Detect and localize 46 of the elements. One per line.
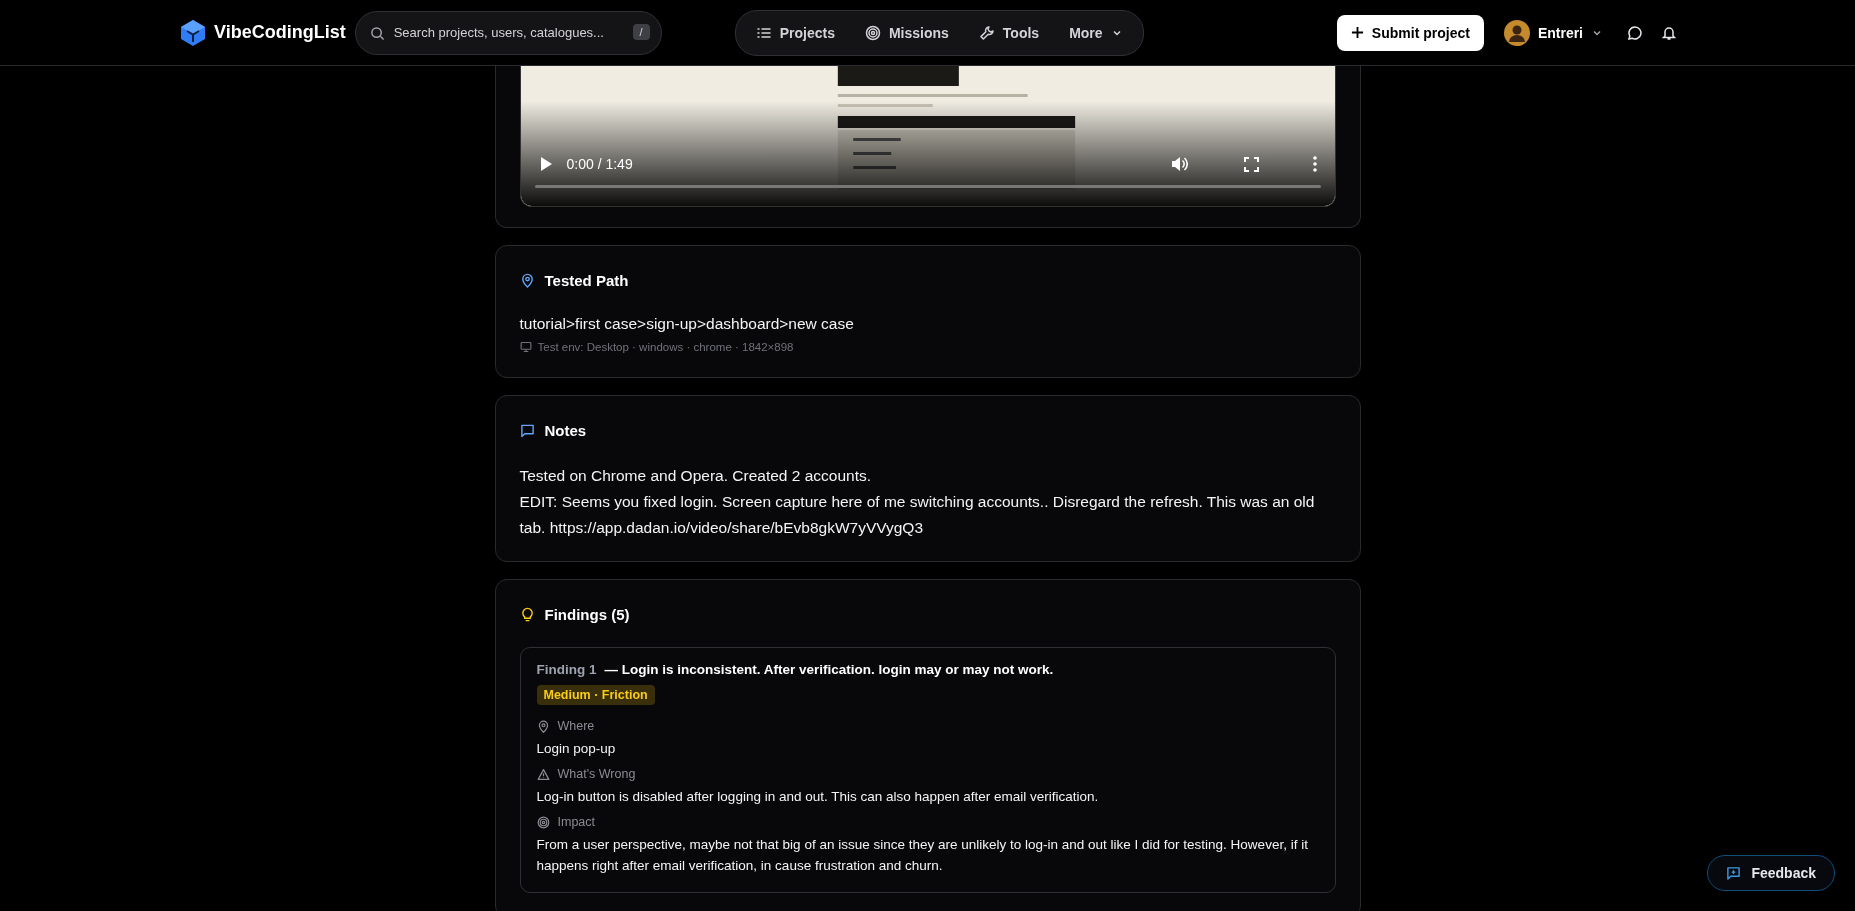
monitor-icon: [519, 341, 532, 353]
finding-number: Finding 1: [536, 662, 597, 677]
note-paragraph: Tested on Chrome and Opera. Created 2 accounts.: [519, 466, 873, 486]
section-title: Findings (5): [544, 606, 630, 623]
severity-tag: Medium · Friction: [536, 685, 655, 705]
search-icon: [369, 25, 385, 41]
user-menu[interactable]: Entreri: [1497, 18, 1609, 47]
site-logo-text[interactable]: VibeCodingList: [214, 22, 346, 43]
more-options-button[interactable]: [1312, 156, 1317, 172]
message-plus-icon: [1726, 865, 1742, 881]
section-title: Tested Path: [544, 272, 629, 289]
field-label: What's Wrong: [557, 767, 636, 781]
field-value: Login pop-up: [536, 740, 617, 758]
field-label: Impact: [557, 815, 595, 829]
note-paragraph: EDIT: Seems you fixed login. Screen capture here of me switching accounts.. Disregard the refresh. This was an old tab. https://app.dadan.io/video/share/bEvb8gkW7yVVygQ3: [519, 492, 1316, 538]
submit-project-button[interactable]: Submit project: [1336, 14, 1484, 51]
video-progress-track[interactable]: [534, 185, 1321, 188]
field-value: From a user perspective, maybe not that big of an issue since they are unlikely to log-in and out like I did for testing. However, if it happens right after email verification, in cause frustration and churn.: [536, 836, 1309, 875]
section-title: Notes: [544, 422, 587, 439]
plus-icon: [1350, 26, 1364, 39]
speech-bubble-icon: [519, 423, 535, 438]
video-time: 0:00 / 1:49: [566, 156, 634, 172]
tested-path-text: tutorial>first case>sign-up>dashboard>new case: [519, 315, 855, 333]
test-env-text: Test env: Desktop · windows · chrome · 1842×898: [537, 341, 794, 353]
target-icon: [864, 24, 881, 41]
warning-icon: [536, 767, 550, 781]
nav-item[interactable]: Projects: [743, 18, 847, 47]
play-button[interactable]: [538, 156, 553, 172]
lightbulb-icon: [519, 607, 535, 622]
nav-item[interactable]: More: [1057, 18, 1135, 47]
field-value: Log-in button is disabled after logging in and out. This can also happen after email verification.: [536, 788, 1100, 806]
bell-icon[interactable]: [1661, 24, 1677, 41]
target-icon: [536, 815, 550, 829]
field-label: Where: [557, 719, 595, 733]
volume-button[interactable]: [1169, 155, 1188, 173]
location-pin-icon: [519, 273, 535, 288]
finding-title: — Login is inconsistent. After verification. login may or may not work.: [604, 662, 1054, 677]
wrench-icon: [978, 24, 995, 41]
feedback-button[interactable]: Feedback: [1707, 855, 1835, 891]
location-pin-icon: [536, 719, 550, 733]
cube-logo-icon: [178, 17, 208, 48]
chat-icon[interactable]: [1627, 24, 1643, 41]
fullscreen-button[interactable]: [1243, 156, 1259, 172]
nav-item[interactable]: Tools: [966, 18, 1052, 47]
nav-item[interactable]: Missions: [852, 18, 961, 47]
avatar: [1503, 19, 1530, 46]
